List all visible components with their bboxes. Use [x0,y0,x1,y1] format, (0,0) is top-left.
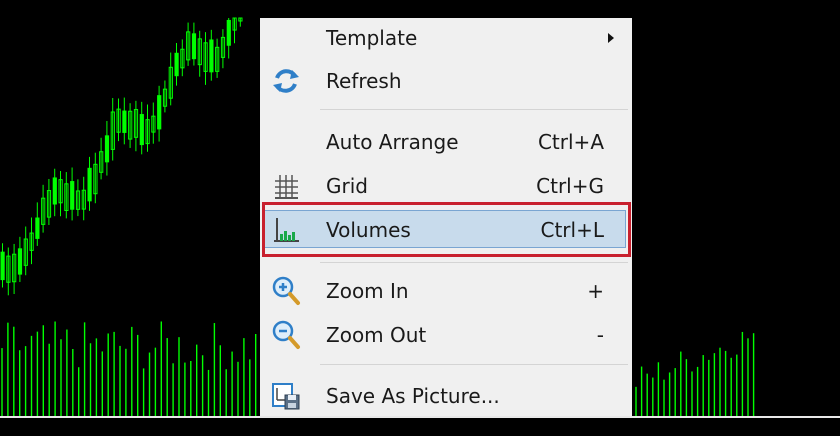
menu-item-label: Refresh [326,69,402,93]
menu-item-refresh[interactable]: Refresh [260,61,632,101]
candle-body [139,114,144,146]
grid-icon [270,170,302,202]
save-picture-icon [270,380,302,412]
candle-body [209,39,214,73]
candle-body [191,33,197,60]
menu-separator [320,364,628,365]
menu-item-grid[interactable]: Grid Ctrl+G [260,166,632,206]
candle-body [174,52,179,77]
menu-item-template[interactable]: Template [260,18,632,58]
menu-item-label: Zoom In [326,279,409,303]
submenu-arrow-icon [608,33,614,43]
menu-item-label: Zoom Out [326,323,427,347]
menu-item-shortcut: Ctrl+L [540,218,605,242]
candle-body [35,217,40,239]
menu-item-label: Template [326,26,418,50]
menu-item-auto-arrange[interactable]: Auto Arrange Ctrl+A [260,122,632,162]
menu-item-label: Volumes [326,218,411,242]
chart-context-menu: Template Refresh Auto Arrange Ctrl+A Gri… [260,18,632,416]
menu-item-label: Grid [326,174,368,198]
menu-item-shortcut: + [587,279,604,303]
candle-body [104,135,110,163]
menu-separator [320,109,628,110]
zoom-in-icon [270,275,302,307]
volumes-icon [270,214,302,246]
menu-item-label: Save As Picture... [326,384,500,408]
menu-item-shortcut: Ctrl+A [537,130,604,154]
menu-item-zoom-out[interactable]: Zoom Out - [260,315,632,355]
candle-body [87,167,92,202]
candle-body [226,19,231,46]
menu-item-shortcut: - [596,323,604,347]
candle-body [70,181,75,210]
menu-separator [320,262,628,263]
candle-body [17,248,23,275]
chart-bottom-bar [0,416,840,436]
candle-body [52,177,57,205]
zoom-out-icon [270,319,302,351]
menu-item-save-as-picture[interactable]: Save As Picture... [260,376,632,416]
menu-item-volumes[interactable]: Volumes Ctrl+L [260,210,632,250]
candle-body [122,110,127,133]
candle-body [0,251,5,281]
menu-item-label: Auto Arrange [326,130,459,154]
refresh-icon [270,65,302,97]
menu-item-shortcut: Ctrl+G [536,174,604,198]
candle-body [157,95,162,130]
menu-item-zoom-in[interactable]: Zoom In + [260,271,632,311]
